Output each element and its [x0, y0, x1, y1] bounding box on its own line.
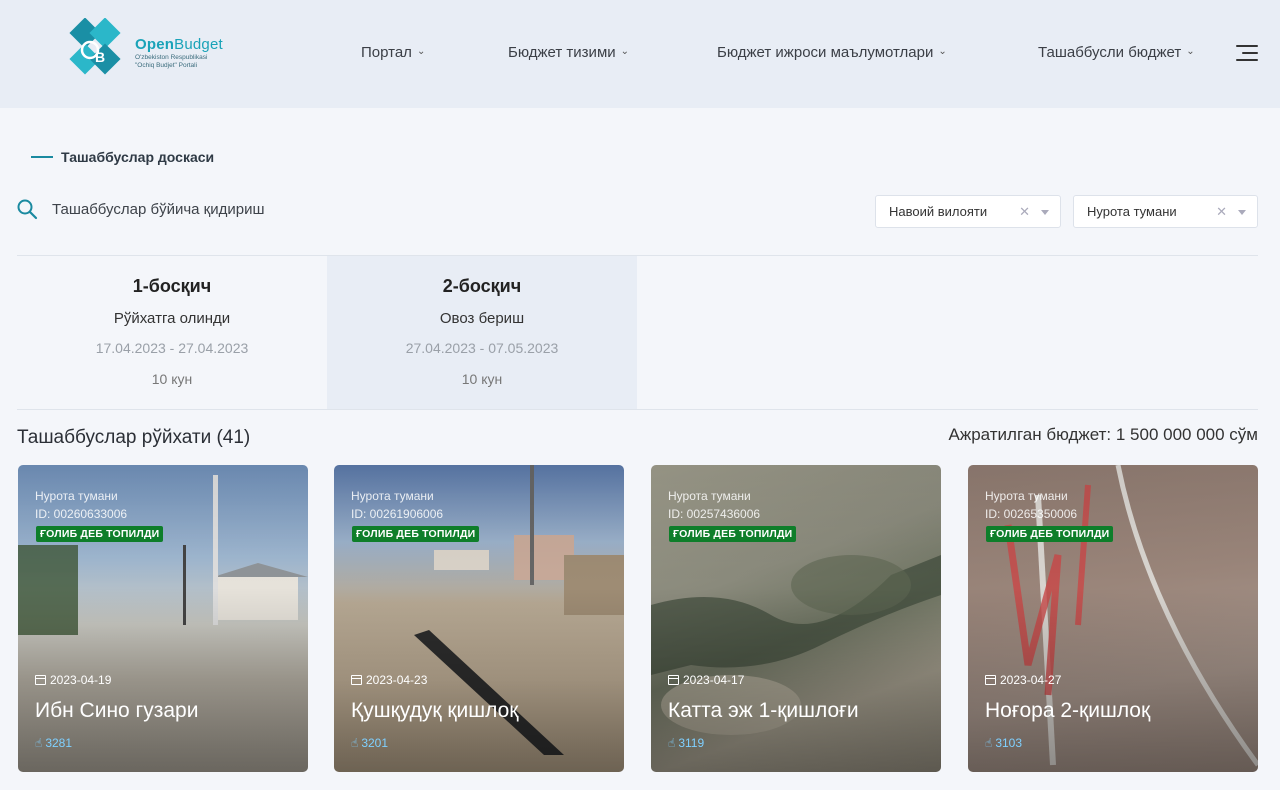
card-date: 2023-04-19	[35, 673, 111, 687]
nav-budget-execution-label: Бюджет ижроси маълумотлари	[717, 44, 934, 61]
nav-portal-label: Портал	[361, 44, 412, 61]
initiative-card[interactable]: Нурота тумани ID: 00260633006 ҒОЛИБ ДЕБ …	[18, 465, 308, 772]
search-bar	[16, 198, 432, 220]
clear-icon[interactable]: ✕	[1019, 204, 1030, 220]
card-votes: ☝ 3119	[668, 736, 704, 750]
card-id: ID: 00265350006	[985, 507, 1078, 521]
card-date: 2023-04-23	[351, 673, 427, 687]
stage-days: 10 кун	[151, 371, 193, 387]
initiative-card[interactable]: Нурота тумани ID: 00265350006 ҒОЛИБ ДЕБ …	[968, 465, 1258, 772]
initiatives-list-title: Ташаббуслар рўйхати (41)	[17, 427, 251, 448]
winner-badge: ҒОЛИБ ДЕБ ТОПИЛДИ	[669, 526, 797, 542]
section-accent-line	[31, 156, 53, 158]
card-votes: ☝ 3103	[985, 736, 1022, 750]
card-votes: ☝ 3281	[35, 736, 72, 750]
card-title[interactable]: Ибн Сино гузари	[35, 699, 198, 723]
nav-budget-system-label: Бюджет тизими	[508, 44, 616, 61]
stage-dates: 17.04.2023 - 27.04.2023	[95, 340, 249, 356]
thumbs-up-icon: ☝	[35, 736, 43, 750]
calendar-icon	[351, 675, 362, 685]
chevron-down-icon: ⌄	[620, 46, 630, 57]
openbudget-logo[interactable]: B OpenBudget O'zbekiston Respublikasi "O…	[60, 18, 250, 88]
chevron-down-icon: ⌄	[416, 46, 426, 57]
winner-badge: ҒОЛИБ ДЕБ ТОПИЛДИ	[352, 526, 480, 542]
card-title[interactable]: Катта эж 1-қишлоғи	[668, 699, 859, 723]
card-date-text: 2023-04-17	[683, 673, 745, 687]
chevron-down-icon: ⌄	[1186, 46, 1195, 57]
card-votes-count: 3281	[45, 736, 73, 750]
initiative-card[interactable]: Нурота тумани ID: 00257436006 ҒОЛИБ ДЕБ …	[651, 465, 941, 772]
card-votes-count: 3103	[995, 736, 1023, 750]
card-id: ID: 00260633006	[35, 507, 128, 521]
stage-title: 1-босқич	[132, 276, 212, 296]
caret-down-icon[interactable]	[1238, 210, 1246, 215]
card-title[interactable]: Ноғора 2-қишлоқ	[985, 699, 1150, 723]
clear-icon[interactable]: ✕	[1216, 204, 1227, 220]
thumbs-up-icon: ☝	[985, 736, 993, 750]
chevron-down-icon: ⌄	[938, 46, 947, 57]
thumbs-up-icon: ☝	[351, 736, 359, 750]
section-label-text: Ташаббуслар доскаси	[61, 149, 215, 165]
card-id: ID: 00257436006	[668, 507, 761, 521]
winner-badge: ҒОЛИБ ДЕБ ТОПИЛДИ	[986, 526, 1114, 542]
header: B OpenBudget O'zbekiston Respublikasi "O…	[0, 0, 1280, 108]
svg-text:B: B	[95, 49, 105, 65]
winner-badge: ҒОЛИБ ДЕБ ТОПИЛДИ	[36, 526, 164, 542]
logo-subtitle-1: O'zbekiston Respublikasi	[135, 54, 208, 61]
nav-initiative-budget-label: Ташаббусли бюджет	[1038, 44, 1182, 61]
divider	[17, 409, 1258, 410]
logo-name-bold: Open	[135, 36, 175, 53]
hamburger-menu-icon[interactable]	[1236, 45, 1258, 63]
card-district: Нурота тумани	[668, 489, 751, 503]
card-district: Нурота тумани	[351, 489, 434, 503]
calendar-icon	[985, 675, 996, 685]
allocated-budget: Ажратилган бюджет: 1 500 000 000 сўм	[948, 425, 1259, 444]
card-id: ID: 00261906006	[351, 507, 444, 521]
search-icon[interactable]	[16, 198, 38, 220]
section-label: Ташаббуслар доскаси	[31, 149, 214, 165]
card-votes-count: 3119	[678, 736, 705, 750]
district-select-value: Нурота тумани	[1087, 204, 1177, 219]
region-select-value: Навоий вилояти	[889, 204, 988, 219]
card-district: Нурота тумани	[35, 489, 118, 503]
card-title[interactable]: Қушқудуқ қишлоқ	[351, 699, 518, 723]
logo-mark-icon: B	[69, 18, 121, 75]
stage-name: Овоз бериш	[439, 310, 525, 327]
region-select[interactable]: Навоий вилояти ✕	[875, 195, 1061, 228]
card-date-text: 2023-04-27	[1000, 673, 1062, 687]
card-date: 2023-04-27	[985, 673, 1061, 687]
initiative-card[interactable]: Нурота тумани ID: 00261906006 ҒОЛИБ ДЕБ …	[334, 465, 624, 772]
card-date-text: 2023-04-23	[366, 673, 428, 687]
stage-dates: 27.04.2023 - 07.05.2023	[405, 340, 559, 356]
stage-title: 2-босқич	[442, 276, 522, 296]
thumbs-up-icon: ☝	[668, 736, 676, 750]
card-votes: ☝ 3201	[351, 736, 388, 750]
calendar-icon	[35, 675, 46, 685]
card-district: Нурота тумани	[985, 489, 1068, 503]
district-select[interactable]: Нурота тумани ✕	[1073, 195, 1258, 228]
card-votes-count: 3201	[361, 736, 389, 750]
stage-2[interactable]: 2-босқич Овоз бериш 27.04.2023 - 07.05.2…	[327, 256, 637, 409]
search-input[interactable]	[52, 200, 432, 218]
calendar-icon	[668, 675, 679, 685]
nav-budget-system[interactable]: Бюджет тизими ⌄	[508, 44, 629, 61]
nav-portal[interactable]: Портал ⌄	[361, 44, 425, 61]
nav-budget-execution[interactable]: Бюджет ижроси маълумотлари ⌄	[717, 44, 947, 61]
logo-name-light: Budget	[174, 36, 223, 53]
nav-initiative-budget[interactable]: Ташаббусли бюджет ⌄	[1038, 44, 1195, 61]
stage-1[interactable]: 1-босқич Рўйхатга олинди 17.04.2023 - 27…	[17, 256, 327, 409]
stage-days: 10 кун	[461, 371, 503, 387]
stage-name: Рўйхатга олинди	[113, 310, 231, 327]
caret-down-icon[interactable]	[1041, 210, 1049, 215]
logo-subtitle-2: "Ochiq Budjet" Portali	[135, 62, 198, 69]
card-date-text: 2023-04-19	[50, 673, 112, 687]
card-date: 2023-04-17	[668, 673, 744, 687]
